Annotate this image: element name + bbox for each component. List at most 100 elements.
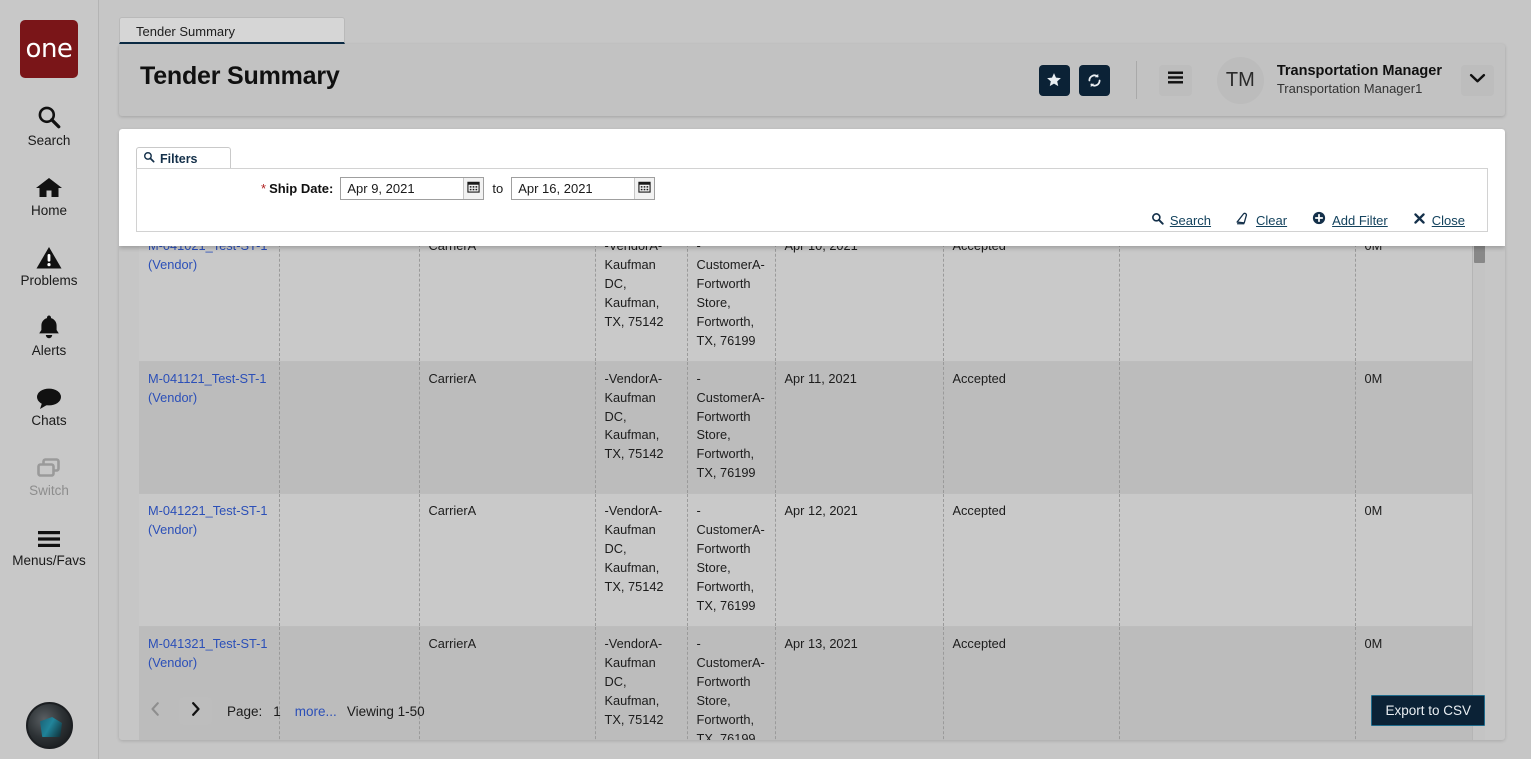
cell-vendor: -VendorA-Kaufman DC, Kaufman, TX, 75142	[595, 229, 688, 362]
cell-status: Accepted	[943, 361, 1120, 495]
cell-status: Accepted	[943, 229, 1120, 362]
more-pages-link[interactable]: more...	[295, 704, 337, 719]
cell-ship-date: Apr 12, 2021	[775, 493, 944, 627]
date-range-separator: to	[492, 181, 504, 196]
movement-link[interactable]: M-041221_Test-ST-1	[148, 503, 268, 518]
sidebar-item-switch[interactable]: Switch	[0, 450, 99, 498]
cell-movement[interactable]: M-041221_Test-ST-1 (Vendor)	[139, 493, 280, 627]
chevron-left-icon	[150, 701, 161, 721]
search-icon	[143, 150, 155, 168]
filter-close-button[interactable]: Close	[1413, 212, 1465, 230]
grid-vertical-scrollbar[interactable]	[1472, 229, 1485, 740]
ship-date-label: Ship Date:	[269, 181, 334, 196]
profile-avatar-icon[interactable]	[26, 702, 73, 749]
cell-carrier: CarrierA	[419, 361, 596, 495]
next-page-button[interactable]	[179, 697, 212, 725]
cell-customer: -CustomerA-Fortworth Store, Fortworth, T…	[687, 361, 776, 495]
user-menu-button[interactable]	[1461, 64, 1494, 96]
table-row[interactable]: M-041221_Test-ST-1 (Vendor) CarrierA -Ve…	[139, 493, 1475, 627]
cell-col2	[279, 493, 420, 627]
switch-icon	[35, 450, 63, 480]
ship-date-from-input[interactable]	[341, 178, 464, 199]
brand-logo[interactable]: one	[20, 20, 78, 78]
favorite-button[interactable]	[1038, 64, 1070, 96]
filter-clear-label: Clear	[1256, 213, 1288, 228]
hamburger-icon	[1166, 70, 1185, 90]
user-role: Transportation Manager1	[1276, 80, 1423, 96]
hamburger-icon	[35, 520, 63, 550]
ship-date-from-group	[340, 177, 485, 200]
sidebar-item-alerts[interactable]: Alerts	[0, 310, 99, 358]
cell-carrier: CarrierA	[419, 493, 596, 627]
table-row[interactable]: M-041021_Test-ST-1 (Vendor) CarrierA -Ve…	[139, 229, 1475, 362]
sidebar-item-label: Chats	[31, 413, 67, 428]
sidebar-item-label: Menus/Favs	[12, 553, 86, 568]
movement-link[interactable]: M-041321_Test-ST-1	[148, 636, 268, 651]
filter-add-button[interactable]: Add Filter	[1312, 211, 1388, 230]
search-icon	[1151, 212, 1164, 230]
warning-icon	[36, 240, 62, 270]
header-menu-button[interactable]	[1158, 64, 1192, 96]
filters-tab-label: Filters	[160, 151, 198, 166]
calendar-icon	[638, 180, 651, 198]
sidebar-item-home[interactable]: Home	[0, 170, 99, 218]
refresh-button[interactable]	[1078, 64, 1110, 96]
tab-tender-summary[interactable]: Tender Summary	[119, 17, 345, 44]
chevron-right-icon	[190, 701, 201, 721]
movement-sub[interactable]: (Vendor)	[148, 655, 197, 670]
calendar-icon-from[interactable]	[463, 178, 484, 199]
calendar-icon	[467, 180, 480, 198]
application-window: one Search Home Problems Alerts Chats Sw…	[0, 0, 1531, 759]
cell-customer: -CustomerA-Fortworth Store, Fortworth, T…	[687, 229, 776, 362]
filter-clear-button[interactable]: Clear	[1236, 212, 1287, 230]
chevron-down-icon	[1469, 71, 1486, 89]
search-icon	[36, 100, 62, 130]
close-icon	[1413, 212, 1426, 230]
bell-icon	[37, 310, 61, 340]
required-marker: *	[261, 181, 267, 196]
chat-icon	[35, 380, 63, 410]
ship-date-field-row: * Ship Date: to	[261, 177, 656, 200]
movement-sub[interactable]: (Vendor)	[148, 522, 197, 537]
sidebar-item-label: Alerts	[31, 343, 67, 358]
movement-sub[interactable]: (Vendor)	[148, 390, 197, 405]
sidebar-item-menus-favs[interactable]: Menus/Favs	[0, 520, 99, 568]
cell-ship-date: Apr 10, 2021	[775, 229, 944, 362]
calendar-icon-to[interactable]	[634, 178, 655, 199]
tab-bar: Tender Summary	[119, 17, 345, 44]
cell-vendor: -VendorA-Kaufman DC, Kaufman, TX, 75142	[595, 361, 688, 495]
previous-page-button[interactable]	[139, 697, 172, 725]
cell-movement[interactable]: M-041121_Test-ST-1 (Vendor)	[139, 361, 280, 495]
refresh-icon	[1086, 72, 1103, 89]
filter-action-bar: Search Clear Add Filter Close	[1151, 211, 1465, 230]
cell-customer: -CustomerA-Fortworth Store, Fortworth, T…	[687, 493, 776, 627]
content-panel: M-041021_Test-ST-1 (Vendor) CarrierA -Ve…	[119, 129, 1505, 740]
cell-duration: 0M	[1355, 361, 1475, 495]
user-name: Transportation Manager	[1276, 63, 1442, 80]
sidebar-item-label: Problems	[20, 273, 78, 288]
sidebar-item-search[interactable]: Search	[0, 100, 99, 148]
page-header: Tender Summary TM Transportation Manager…	[119, 44, 1505, 116]
user-info: Transportation Manager Transportation Ma…	[1277, 62, 1442, 97]
home-icon	[35, 170, 63, 200]
avatar[interactable]: TM	[1216, 56, 1264, 104]
cell-status: Accepted	[943, 493, 1120, 627]
cell-carrier: CarrierA	[419, 229, 596, 362]
page-number[interactable]: 1	[273, 704, 281, 719]
sidebar-item-problems[interactable]: Problems	[0, 240, 99, 288]
cell-movement[interactable]: M-041021_Test-ST-1 (Vendor)	[139, 229, 280, 362]
table-row[interactable]: M-041121_Test-ST-1 (Vendor) CarrierA -Ve…	[139, 361, 1475, 495]
movement-link[interactable]: M-041121_Test-ST-1	[148, 371, 267, 386]
viewing-range-label: Viewing 1-50	[346, 703, 425, 719]
cell-duration: 0M	[1355, 493, 1475, 627]
filter-search-button[interactable]: Search	[1151, 212, 1211, 230]
movement-sub[interactable]: (Vendor)	[148, 257, 197, 272]
results-grid: M-041021_Test-ST-1 (Vendor) CarrierA -Ve…	[139, 229, 1485, 740]
ship-date-to-input[interactable]	[512, 178, 635, 199]
export-to-csv-button[interactable]: Export to CSV	[1371, 695, 1485, 726]
cell-col2	[279, 361, 420, 495]
cell-vendor: -VendorA-Kaufman DC, Kaufman, TX, 75142	[595, 493, 688, 627]
sidebar-item-chats[interactable]: Chats	[0, 380, 99, 428]
filters-tab[interactable]: Filters	[136, 147, 231, 169]
page-label: Page:	[227, 703, 263, 719]
